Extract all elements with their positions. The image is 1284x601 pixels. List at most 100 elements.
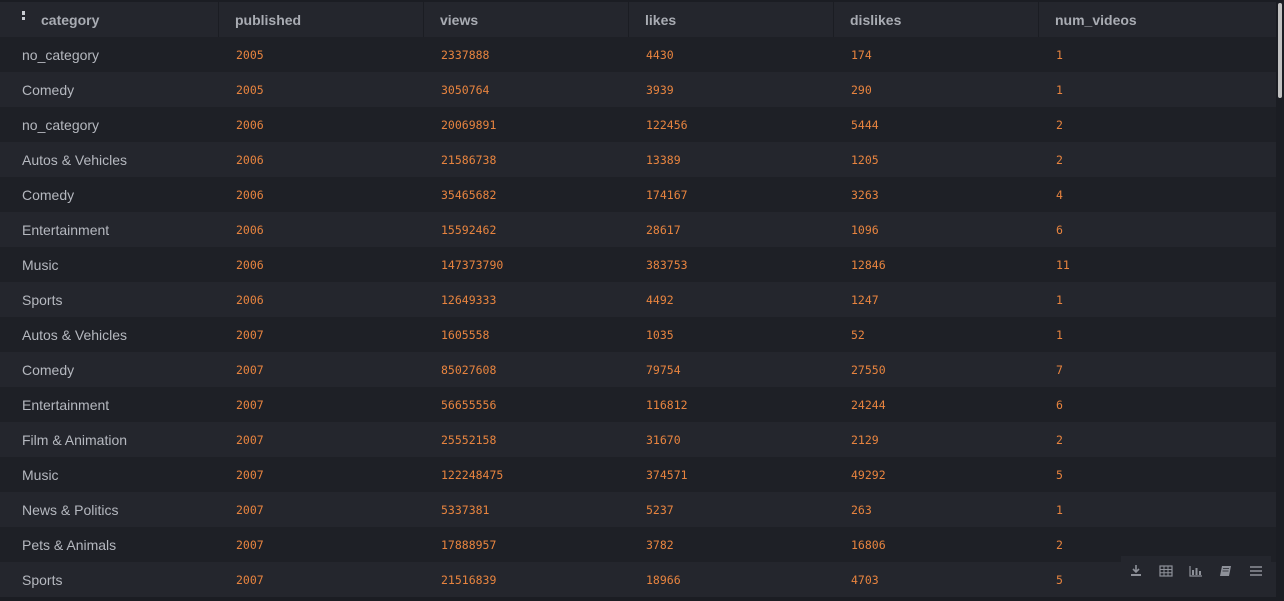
- vertical-scrollbar[interactable]: [1276, 0, 1284, 601]
- table-cell-views: 85027608: [441, 362, 497, 377]
- table-cell-num-videos: 1: [1056, 47, 1063, 62]
- table-cell-published: 2006: [236, 257, 264, 272]
- table-cell-views: 17888957: [441, 537, 497, 552]
- table-row: Comedy 2007 85027608 79754 27550 7: [0, 352, 1276, 387]
- table-cell-category: Sports: [22, 291, 63, 308]
- table-cell-published: 2006: [236, 222, 264, 237]
- table-cell-dislikes: 3263: [851, 187, 879, 202]
- table-cell-dislikes: 174: [851, 47, 872, 62]
- column-header-category[interactable]: category: [0, 2, 218, 37]
- table-cell-published: 2006: [236, 292, 264, 307]
- table-cell-views: 12649333: [441, 292, 497, 307]
- table-row: Autos & Vehicles 2006 21586738 13389 1205 2: [0, 142, 1276, 177]
- table-view-button[interactable]: [1151, 556, 1181, 586]
- table-cell-views: 56655556: [441, 397, 497, 412]
- column-header-label: dislikes: [850, 11, 902, 28]
- table-cell-published: 2007: [236, 362, 264, 377]
- table-cell-likes: 3782: [646, 537, 674, 552]
- table-cell-published: 2007: [236, 397, 264, 412]
- table-row: Comedy 2006 35465682 174167 3263 4: [0, 177, 1276, 212]
- table-cell-likes: 13389: [646, 152, 681, 167]
- table-cell-likes: 31670: [646, 432, 681, 447]
- table-cell-category: Pets & Animals: [22, 536, 117, 553]
- table-row: Autos & Vehicles 2007 1605558 1035 52 1: [0, 317, 1276, 352]
- scrollbar-thumb[interactable]: [1278, 3, 1282, 98]
- table-cell-likes: 79754: [646, 362, 681, 377]
- table-cell-views: 25552158: [441, 432, 497, 447]
- notebook-icon: [1219, 565, 1233, 577]
- table-cell-dislikes: 2129: [851, 432, 879, 447]
- table-cell-dislikes: 27550: [851, 362, 886, 377]
- table-cell-dislikes: 12846: [851, 257, 886, 272]
- table-icon: [1159, 565, 1173, 577]
- table-cell-views: 21586738: [441, 152, 497, 167]
- table-cell-likes: 383753: [646, 257, 688, 272]
- table-cell-likes: 4492: [646, 292, 674, 307]
- table-row: Sports 2006 12649333 4492 1247 1: [0, 282, 1276, 317]
- table-cell-dislikes: 263: [851, 502, 872, 517]
- table-cell-likes: 122456: [646, 117, 688, 132]
- table-cell-published: 2006: [236, 117, 264, 132]
- table-cell-views: 1605558: [441, 327, 490, 342]
- table-cell-published: 2007: [236, 467, 264, 482]
- table-cell-category: Comedy: [22, 361, 75, 378]
- table-cell-num-videos: 5: [1056, 467, 1063, 482]
- results-table: category published views likes dislikes …: [0, 0, 1276, 601]
- column-header-dislikes[interactable]: dislikes: [833, 2, 1038, 37]
- table-cell-num-videos: 11: [1056, 257, 1070, 272]
- table-cell-published: 2006: [236, 152, 264, 167]
- table-cell-dislikes: 24244: [851, 397, 886, 412]
- column-menu-icon[interactable]: [22, 11, 26, 25]
- table-cell-dislikes: 16806: [851, 537, 886, 552]
- bar-chart-icon: [1189, 565, 1203, 577]
- table-cell-num-videos: 1: [1056, 82, 1063, 97]
- table-cell-category: Entertainment: [22, 221, 110, 238]
- table-cell-num-videos: 7: [1056, 362, 1063, 377]
- table-row: Music 2007 122248475 374571 49292 5: [0, 457, 1276, 492]
- table-cell-likes: 174167: [646, 187, 688, 202]
- table-cell-views: 3050764: [441, 82, 490, 97]
- table-cell-num-videos: 2: [1056, 117, 1063, 132]
- table-cell-published: 2007: [236, 432, 264, 447]
- table-header: category published views likes dislikes …: [0, 2, 1276, 37]
- table-row: Sports 2007 21516839 18966 4703 5: [0, 562, 1276, 597]
- table-cell-dislikes: 1096: [851, 222, 879, 237]
- table-cell-likes: 28617: [646, 222, 681, 237]
- table-cell-category: Autos & Vehicles: [22, 326, 128, 343]
- table-row: no_category 2005 2337888 4430 174 1: [0, 37, 1276, 72]
- table-cell-likes: 116812: [646, 397, 688, 412]
- table-cell-num-videos: 6: [1056, 222, 1063, 237]
- table-row: Film & Animation 2007 25552158 31670 2129 2: [0, 422, 1276, 457]
- column-header-label: num_videos: [1055, 11, 1137, 28]
- table-cell-published: 2006: [236, 187, 264, 202]
- table-cell-dislikes: 4703: [851, 572, 879, 587]
- table-cell-num-videos: 2: [1056, 152, 1063, 167]
- column-header-label: category: [41, 11, 100, 28]
- table-cell-num-videos: 1: [1056, 292, 1063, 307]
- download-icon: [1129, 564, 1143, 578]
- table-row: Comedy 2005 3050764 3939 290 1: [0, 72, 1276, 107]
- table-row: News & Politics 2007 5337381 5237 263 1: [0, 492, 1276, 527]
- download-button[interactable]: [1121, 556, 1151, 586]
- table-cell-category: Autos & Vehicles: [22, 151, 128, 168]
- table-row: Entertainment 2007 56655556 116812 24244 6: [0, 387, 1276, 422]
- table-cell-published: 2007: [236, 572, 264, 587]
- table-cell-dislikes: 52: [851, 327, 865, 342]
- table-cell-category: Comedy: [22, 186, 75, 203]
- menu-button[interactable]: [1241, 556, 1271, 586]
- column-header-published[interactable]: published: [218, 2, 423, 37]
- table-row: Music 2006 147373790 383753 12846 11: [0, 247, 1276, 282]
- table-cell-num-videos: 4: [1056, 187, 1063, 202]
- table-row: no_category 2006 20069891 122456 5444 2: [0, 107, 1276, 142]
- table-cell-category: Sports: [22, 571, 63, 588]
- column-header-num-videos[interactable]: num_videos: [1038, 2, 1276, 37]
- notebook-button[interactable]: [1211, 556, 1241, 586]
- column-header-likes[interactable]: likes: [628, 2, 833, 37]
- column-header-views[interactable]: views: [423, 2, 628, 37]
- chart-view-button[interactable]: [1181, 556, 1211, 586]
- table-cell-likes: 3939: [646, 82, 674, 97]
- table-cell-likes: 4430: [646, 47, 674, 62]
- table-cell-published: 2007: [236, 502, 264, 517]
- column-header-label: views: [440, 11, 479, 28]
- table-cell-category: no_category: [22, 116, 100, 133]
